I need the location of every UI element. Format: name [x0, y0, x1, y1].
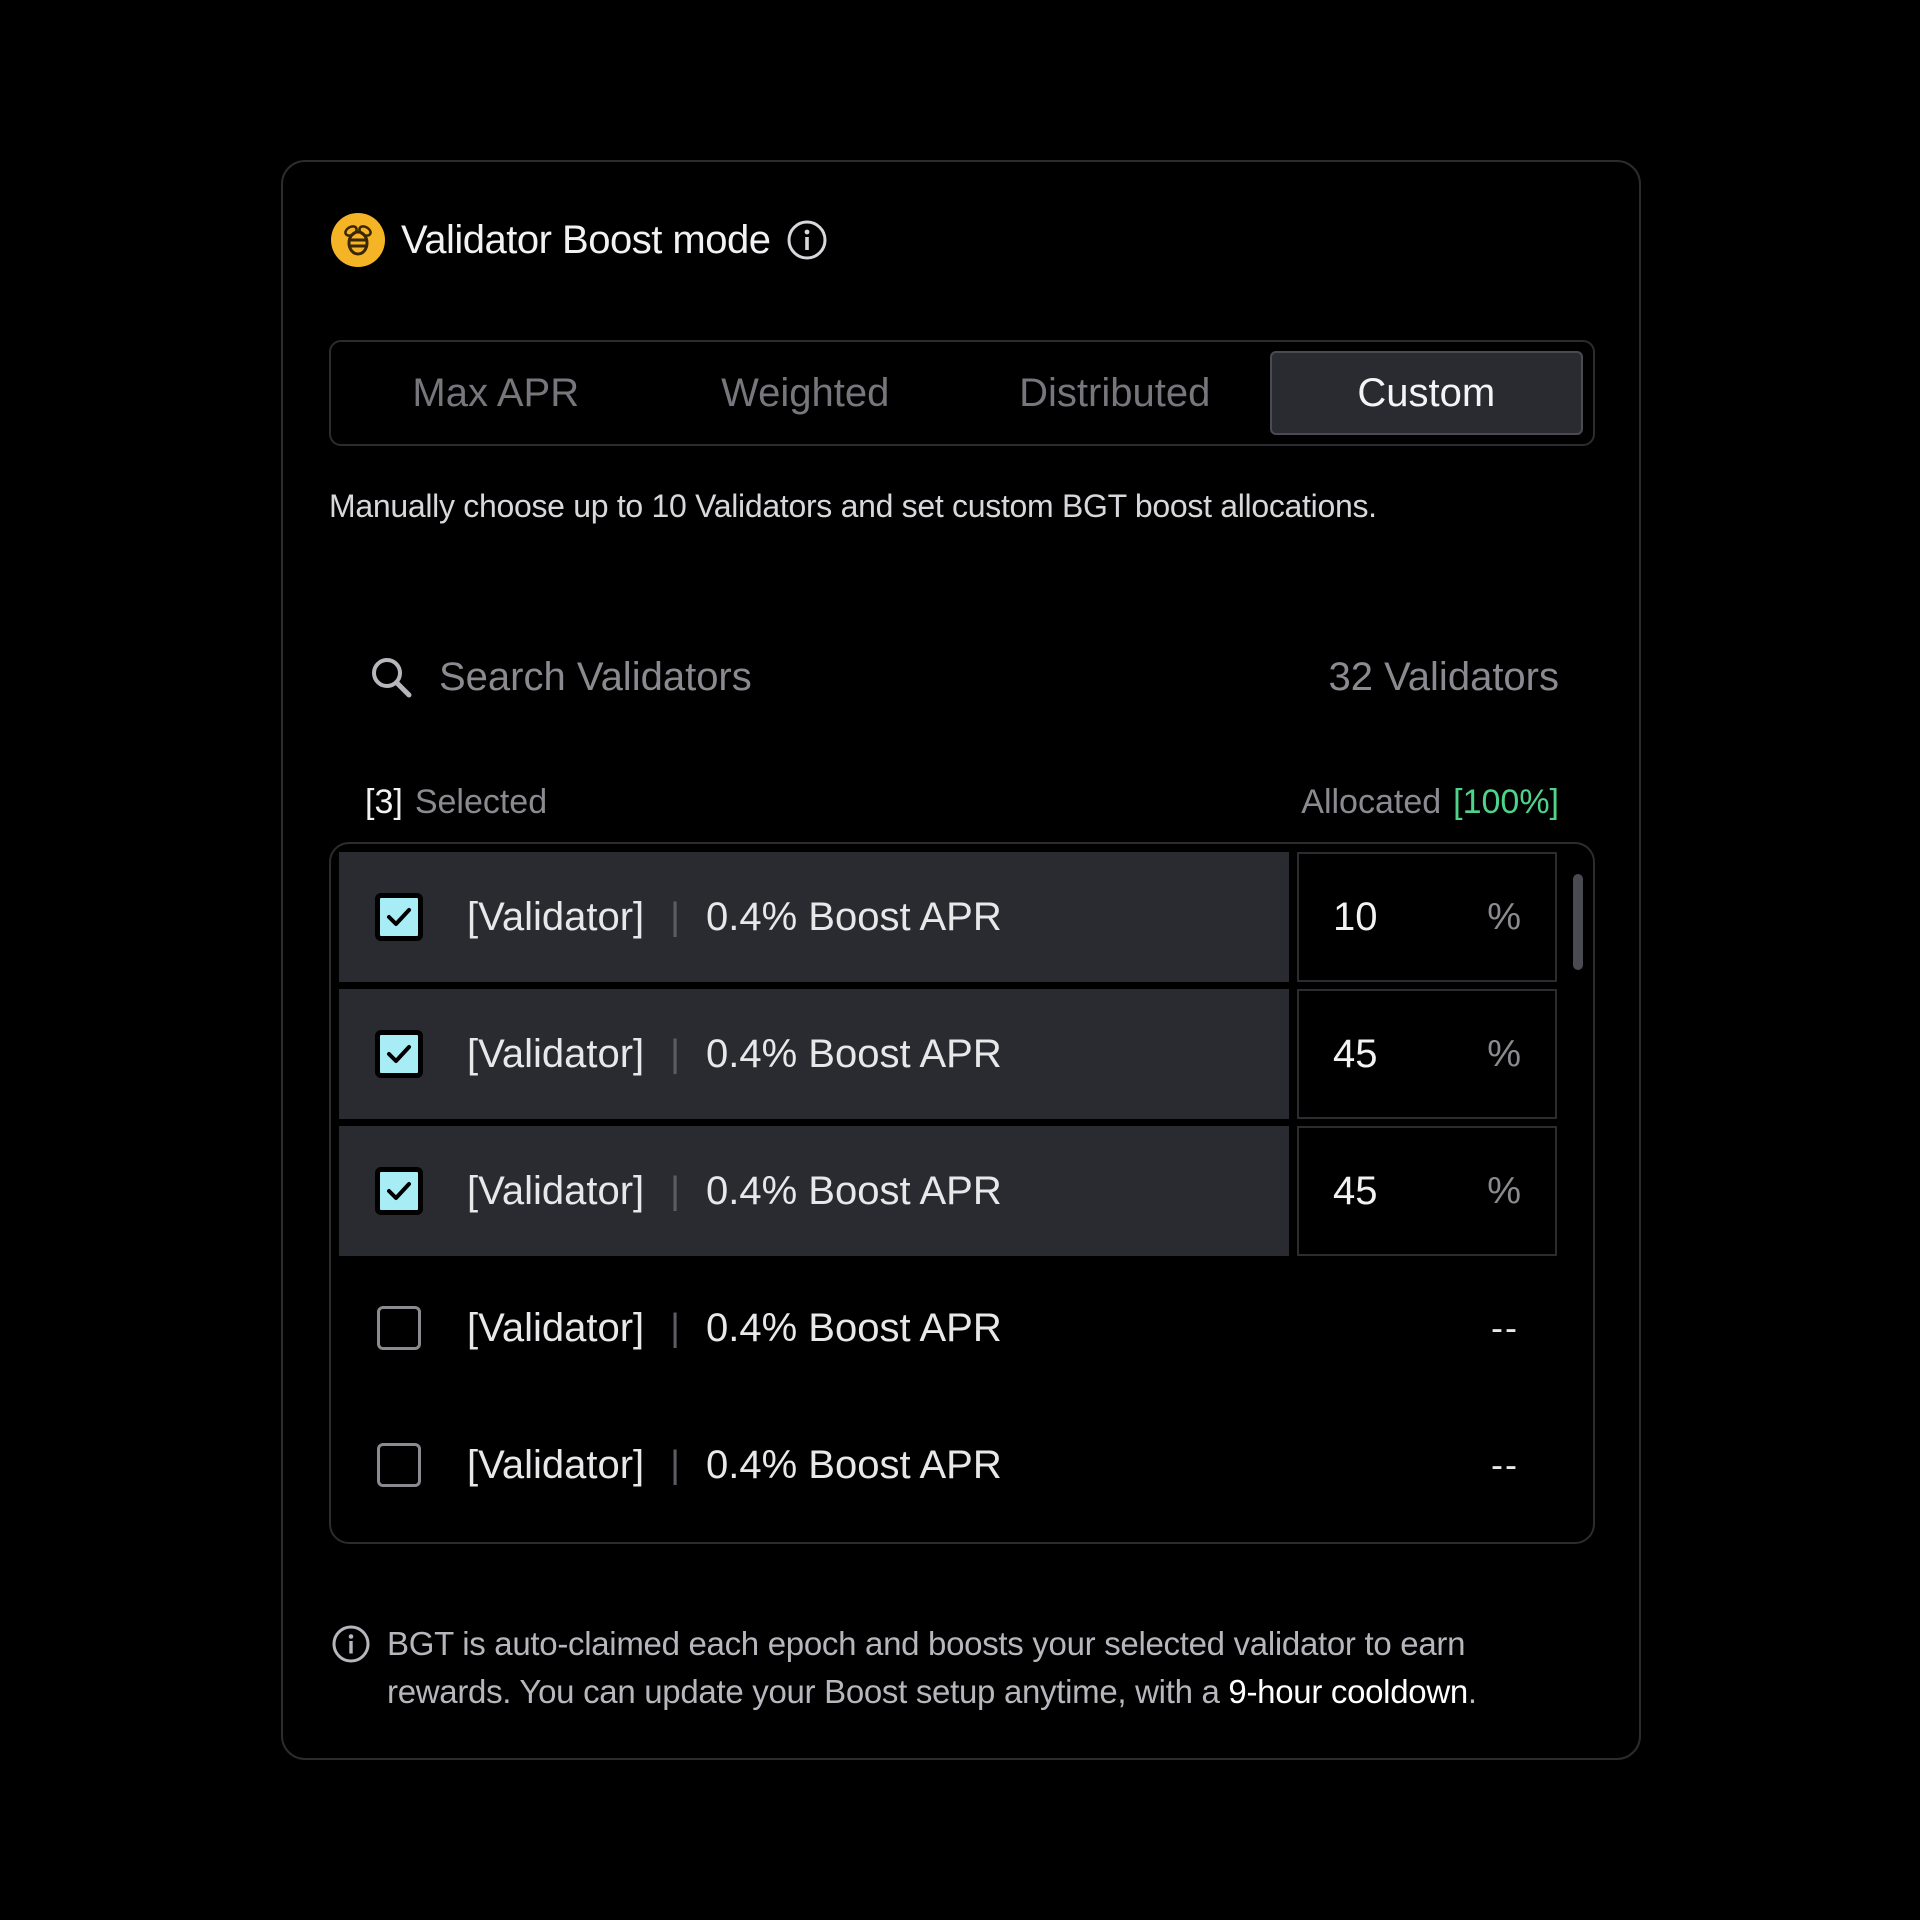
validator-name: [Validator] [467, 1168, 645, 1213]
validator-row-main[interactable]: [Validator] | 0.4% Boost APR [339, 989, 1289, 1119]
validator-apr: 0.4% Boost APR [706, 1442, 1002, 1487]
validator-row[interactable]: [Validator] | 0.4% Boost APR % [339, 989, 1561, 1119]
cooldown-highlight: 9-hour cooldown [1228, 1673, 1468, 1710]
validator-apr: 0.4% Boost APR [706, 1168, 1002, 1213]
allocated-summary: Allocated [100%] [1301, 783, 1559, 822]
validator-name: [Validator] [467, 1031, 645, 1076]
mode-description: Manually choose up to 10 Validators and … [329, 488, 1377, 524]
allocation-input[interactable] [1333, 1168, 1453, 1214]
tab-max-apr[interactable]: Max APR [341, 351, 651, 435]
boost-mode-tabs: Max APR Weighted Distributed Custom [329, 340, 1595, 446]
validator-row[interactable]: [Validator] | 0.4% Boost APR % [339, 852, 1561, 982]
validator-row-main[interactable]: [Validator] | 0.4% Boost APR [339, 1263, 1289, 1393]
selection-summary: [3] Selected Allocated [100%] [365, 772, 1559, 832]
validator-apr: 0.4% Boost APR [706, 894, 1002, 939]
separator: | [670, 1443, 681, 1486]
validator-boost-card: Validator Boost mode Max APR Weighted Di… [281, 160, 1641, 1760]
bee-logo-icon [331, 213, 385, 267]
validator-checkbox[interactable] [375, 1030, 423, 1078]
validator-row-main[interactable]: [Validator] | 0.4% Boost APR [339, 852, 1289, 982]
tab-custom[interactable]: Custom [1269, 351, 1583, 435]
validator-checkbox[interactable] [377, 1306, 421, 1350]
validator-checkbox[interactable] [375, 1167, 423, 1215]
validator-row-main[interactable]: [Validator] | 0.4% Boost APR [339, 1400, 1289, 1530]
validator-name: [Validator] [467, 894, 645, 939]
info-icon [332, 1625, 370, 1663]
allocated-value: [100%] [1453, 782, 1559, 821]
allocated-label: Allocated [1301, 782, 1442, 821]
validator-row-main[interactable]: [Validator] | 0.4% Boost APR [339, 1126, 1289, 1256]
page-title: Validator Boost mode [401, 217, 771, 262]
list-scrollbar[interactable] [1573, 874, 1583, 970]
validator-count: 32 Validators [1328, 654, 1559, 699]
percent-unit: % [1487, 895, 1521, 938]
validator-row[interactable]: [Validator] | 0.4% Boost APR % [339, 1126, 1561, 1256]
tab-weighted[interactable]: Weighted [651, 351, 961, 435]
footer-text-end: . [1467, 1673, 1477, 1710]
allocation-field[interactable]: % [1297, 1126, 1557, 1256]
validator-row[interactable]: [Validator] | 0.4% Boost APR -- [339, 1263, 1561, 1393]
percent-unit: % [1487, 1032, 1521, 1075]
search-icon [372, 658, 412, 698]
validator-list[interactable]: [Validator] | 0.4% Boost APR % [Validato… [329, 842, 1595, 1544]
percent-unit: % [1487, 1169, 1521, 1212]
checkmark-icon [387, 1182, 411, 1200]
allocation-empty: -- [1491, 1307, 1519, 1348]
allocation-empty: -- [1491, 1444, 1519, 1485]
tab-distributed[interactable]: Distributed [960, 351, 1270, 435]
info-icon[interactable] [786, 219, 828, 261]
validator-apr: 0.4% Boost APR [706, 1305, 1002, 1350]
separator: | [670, 895, 681, 938]
checkmark-icon [387, 1045, 411, 1063]
selected-summary: [3] Selected [365, 783, 547, 822]
validator-checkbox[interactable] [377, 1443, 421, 1487]
validator-name: [Validator] [467, 1305, 645, 1350]
selected-label: Selected [414, 782, 548, 821]
validator-name: [Validator] [467, 1442, 645, 1487]
validator-checkbox[interactable] [375, 893, 423, 941]
separator: | [670, 1306, 681, 1349]
card-header: Validator Boost mode [331, 212, 828, 268]
search-input[interactable] [439, 654, 1039, 700]
footer-note: BGT is auto-claimed each epoch and boost… [331, 1620, 1581, 1716]
allocation-field[interactable]: % [1297, 989, 1557, 1119]
allocation-input[interactable] [1333, 1031, 1453, 1077]
allocation-field[interactable]: % [1297, 852, 1557, 982]
allocation-input[interactable] [1333, 894, 1453, 940]
validator-row[interactable]: [Validator] | 0.4% Boost APR -- [339, 1400, 1561, 1530]
validator-apr: 0.4% Boost APR [706, 1031, 1002, 1076]
separator: | [670, 1032, 681, 1075]
search-bar: 32 Validators [369, 642, 1559, 712]
separator: | [670, 1169, 681, 1212]
selected-count: [3] [365, 782, 403, 821]
search-left [369, 654, 1039, 700]
checkmark-icon [387, 908, 411, 926]
footer-text: BGT is auto-claimed each epoch and boost… [387, 1620, 1581, 1716]
